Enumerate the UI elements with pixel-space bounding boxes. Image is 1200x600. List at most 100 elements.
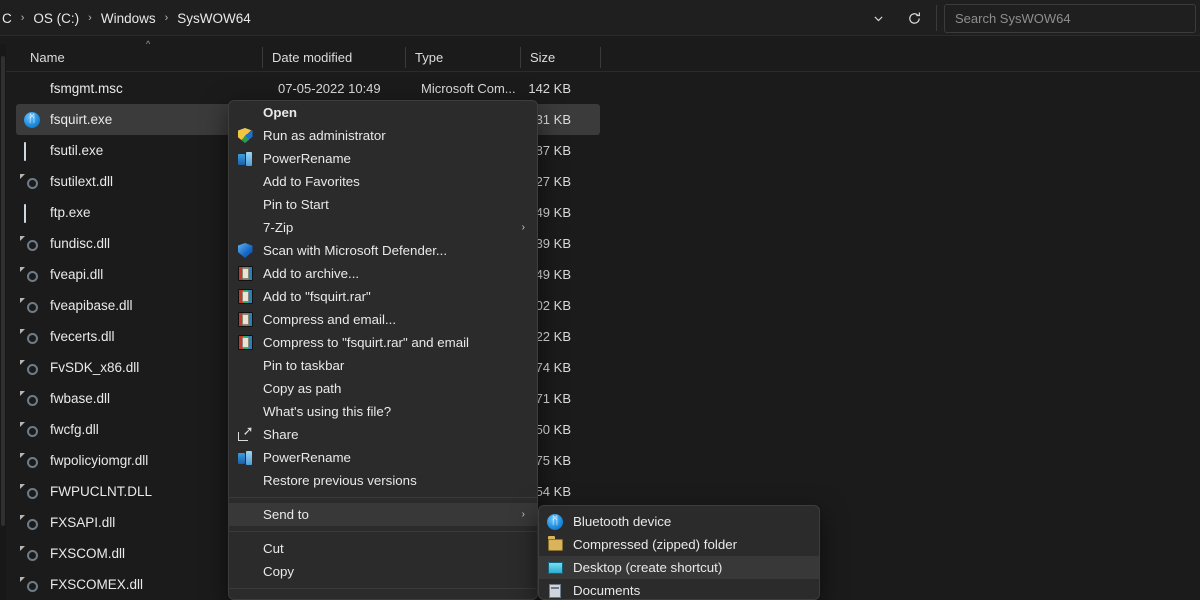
menu-item[interactable]: Compress and email... [229, 308, 537, 331]
column-divider[interactable] [600, 47, 601, 68]
submenu-item-label: Desktop (create shortcut) [573, 560, 723, 575]
breadcrumb-item[interactable]: Windows [99, 11, 158, 26]
menu-item-label: PowerRename [263, 449, 351, 465]
submenu-chevron-right-icon: › [521, 221, 525, 233]
menu-item-label: Cut [263, 540, 284, 556]
menu-item[interactable]: Pin to taskbar [229, 354, 537, 377]
column-header-label: Size [530, 50, 556, 65]
menu-item-label: Run as administrator [263, 127, 386, 143]
breadcrumb-item[interactable]: C [0, 11, 14, 26]
winrar-icon [237, 266, 253, 282]
menu-item[interactable]: PowerRename [229, 147, 537, 170]
file-name: fsmgmt.msc [50, 81, 123, 96]
menu-item-label: Scan with Microsoft Defender... [263, 242, 448, 258]
column-header-date-modified[interactable]: Date modified [272, 44, 352, 71]
menu-item-label: Pin to Start [263, 196, 329, 212]
column-divider[interactable] [262, 47, 263, 68]
menu-item[interactable]: Create shortcut [229, 594, 537, 600]
submenu-item-label: Documents [573, 583, 641, 598]
menu-item-label: Pin to taskbar [263, 357, 345, 373]
menu-item-label: Compress and email... [263, 311, 397, 327]
search-input[interactable]: Search SysWOW64 [944, 4, 1196, 33]
menu-item[interactable]: Add to Favorites [229, 170, 537, 193]
file-name: fsquirt.exe [50, 112, 113, 127]
menu-item-label: Send to [263, 506, 309, 522]
breadcrumb-separator-icon: › [20, 11, 25, 24]
breadcrumb-item[interactable]: SysWOW64 [175, 11, 253, 26]
column-header-label: Date modified [272, 50, 353, 65]
winrar-icon [237, 312, 253, 328]
menu-item[interactable]: Run as administrator [229, 124, 537, 147]
menu-item[interactable]: PowerRename [229, 446, 537, 469]
column-divider[interactable] [520, 47, 521, 68]
address-divider [936, 5, 937, 31]
file-name: fwcfg.dll [50, 422, 99, 437]
menu-item-label: Share [263, 426, 299, 442]
share-icon [237, 424, 253, 443]
menu-separator [229, 497, 537, 498]
breadcrumb[interactable]: C › OS (C:) › Windows › SysWOW64 [0, 0, 253, 36]
menu-item-label: Compress to "fsquirt.rar" and email [263, 334, 470, 350]
submenu-item[interactable]: ᛗ Bluetooth device [539, 510, 819, 533]
menu-item[interactable]: Send to › [229, 503, 537, 526]
submenu-item[interactable]: Desktop (create shortcut) [539, 556, 819, 579]
submenu-chevron-right-icon: › [521, 508, 525, 520]
chevron-down-icon[interactable] [860, 0, 896, 36]
menu-item[interactable]: Add to "fsquirt.rar" [229, 285, 537, 308]
refresh-icon[interactable] [896, 0, 932, 36]
file-name: fsutil.exe [50, 143, 104, 158]
file-name: fvecerts.dll [50, 329, 115, 344]
exe-icon [24, 141, 40, 161]
menu-item[interactable]: What's using this file? [229, 400, 537, 423]
submenu-item[interactable]: Compressed (zipped) folder [539, 533, 819, 556]
column-header-type[interactable]: Type [415, 44, 443, 71]
scrollbar-thumb[interactable] [1, 56, 5, 526]
breadcrumb-item[interactable]: OS (C:) [31, 11, 81, 26]
powerrename-icon [237, 450, 253, 466]
file-name: FXSAPI.dll [50, 515, 116, 530]
file-date-modified: 07-05-2022 10:49 [278, 81, 381, 96]
bluetooth-icon: ᛗ [24, 111, 40, 128]
column-header-size[interactable]: Size [530, 44, 555, 71]
menu-item-label: 7-Zip [263, 219, 294, 235]
vertical-scrollbar[interactable] [0, 44, 6, 600]
menu-item[interactable]: Restore previous versions [229, 469, 537, 492]
menu-item-label: Copy as path [263, 380, 342, 396]
breadcrumb-separator-icon: › [164, 11, 169, 24]
menu-item[interactable]: Compress to "fsquirt.rar" and email [229, 331, 537, 354]
exe-icon [24, 203, 40, 223]
file-size: 142 KB [528, 81, 571, 96]
menu-item[interactable]: Copy as path [229, 377, 537, 400]
powerrename-icon [237, 151, 253, 167]
column-header-label: Type [415, 50, 444, 65]
menu-item[interactable]: Add to archive... [229, 262, 537, 285]
file-name: fsutilext.dll [50, 174, 114, 189]
menu-item[interactable]: Share [229, 423, 537, 446]
menu-item-label: Add to archive... [263, 265, 360, 281]
menu-item-label: PowerRename [263, 150, 351, 166]
dll-icon [24, 422, 40, 438]
file-name: fundisc.dll [50, 236, 111, 251]
menu-separator [229, 588, 537, 589]
column-headers: Name Date modified Type Size [0, 44, 1200, 71]
menu-item[interactable]: 7-Zip › [229, 216, 537, 239]
uac-shield-icon [237, 128, 253, 144]
submenu-item[interactable]: Documents [539, 579, 819, 599]
column-headers-underline [0, 71, 1200, 72]
menu-item[interactable]: Pin to Start [229, 193, 537, 216]
folder-icon [547, 535, 563, 553]
menu-item[interactable]: Copy [229, 560, 537, 583]
menu-item[interactable]: Cut [229, 537, 537, 560]
address-bar: C › OS (C:) › Windows › SysWOW64 Search SysWOW… [0, 0, 1200, 36]
menu-item-label: Open [263, 104, 297, 120]
menu-item-label: Add to "fsquirt.rar" [263, 288, 371, 304]
column-header-label: Name [30, 50, 65, 65]
winrar-icon [237, 335, 253, 351]
menu-item[interactable]: Open [229, 101, 537, 124]
column-header-name[interactable]: Name [30, 44, 65, 71]
file-name: fveapi.dll [50, 267, 104, 282]
column-divider[interactable] [405, 47, 406, 68]
menu-item[interactable]: Scan with Microsoft Defender... [229, 239, 537, 262]
file-explorer-window: C › OS (C:) › Windows › SysWOW64 Search SysWOW… [0, 0, 1200, 600]
desktop-icon [547, 560, 563, 576]
